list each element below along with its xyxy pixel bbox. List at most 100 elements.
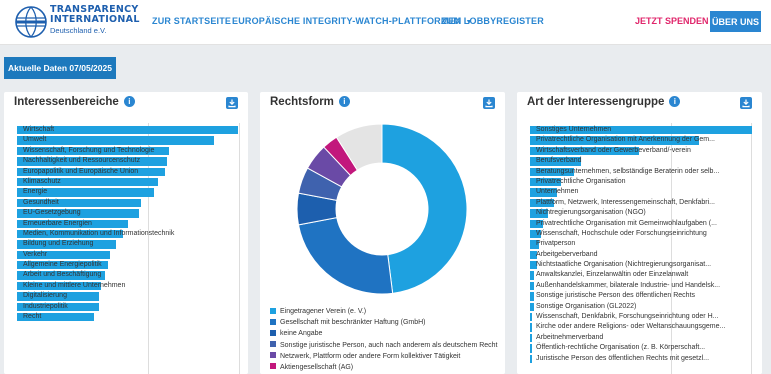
bar bbox=[530, 271, 535, 280]
bar-label: Allgemeine Energiepolitik bbox=[23, 261, 102, 269]
bar-label: Energie bbox=[23, 188, 48, 196]
bar-label: Plattform, Netzwerk, Interessengemeinsch… bbox=[536, 198, 715, 206]
bar-row[interactable]: Wirtschaft bbox=[17, 125, 238, 135]
bar-label: Europapolitik und Europäische Union bbox=[23, 167, 139, 175]
bar bbox=[530, 323, 533, 332]
bar-label: Beratungsunternehmen, selbständige Berat… bbox=[536, 167, 720, 175]
bar-row[interactable]: Unternehmen bbox=[530, 187, 752, 197]
bar-row[interactable]: Verkehr bbox=[17, 250, 238, 260]
bar-row[interactable]: Arbeitnehmerverband bbox=[530, 333, 752, 343]
bar-label: Nichtstaatliche Organisation (Nichtregie… bbox=[536, 261, 712, 269]
info-icon[interactable]: i bbox=[669, 96, 681, 107]
bar-label: Nichtregierungsorganisation (NGO) bbox=[536, 209, 646, 217]
bar-row[interactable]: Allgemeine Energiepolitik bbox=[17, 260, 238, 270]
legend-label: Netzwerk, Plattform oder andere Form kol… bbox=[280, 352, 461, 360]
bar-row[interactable]: Privatrechtliche Organisation bbox=[530, 177, 752, 187]
interessengruppe-card: Art der Interessengruppe i Sonstiges Unte… bbox=[517, 92, 762, 374]
legend-swatch bbox=[270, 307, 276, 314]
bar-row[interactable]: Privatperson bbox=[530, 239, 752, 249]
bar-row[interactable]: Sonstige Organisation (GL2022) bbox=[530, 302, 752, 312]
card-title-container: Art der Interessengruppe i bbox=[527, 96, 681, 108]
card-title-container: Rechtsform i bbox=[270, 96, 350, 108]
donate-link[interactable]: JETZT SPENDEN bbox=[635, 16, 709, 26]
info-icon[interactable]: i bbox=[338, 96, 350, 107]
bar bbox=[530, 302, 535, 312]
bar-row[interactable]: Wirtschaftsverband oder Gewerbeverband/-… bbox=[530, 146, 752, 156]
legend-item[interactable]: Aktiengesellschaft (AG) bbox=[270, 362, 498, 373]
bar-row[interactable]: Recht bbox=[17, 312, 238, 322]
info-icon[interactable]: i bbox=[123, 96, 135, 107]
nav-link-lobbyregister[interactable]: ZUM LOBBYREGISTER bbox=[441, 16, 544, 26]
bar-row[interactable]: Erneuerbare Energien bbox=[17, 219, 238, 229]
nav-link-startseite[interactable]: ZUR STARTSEITE bbox=[152, 16, 231, 26]
bar-row[interactable]: Wissenschaft, Denkfabrik, Forschungseinr… bbox=[530, 312, 752, 322]
bar-row[interactable]: Nichtregierungsorganisation (NGO) bbox=[530, 208, 752, 218]
bar-row[interactable]: Öffentlich-rechtliche Organisation (z. B… bbox=[530, 343, 752, 353]
donut-chart bbox=[296, 123, 468, 295]
legend-item[interactable]: Eingetragener Verein (e. V.) bbox=[270, 306, 498, 317]
bar-label: Sonstiges Unternehmen bbox=[536, 126, 612, 133]
bar-row[interactable]: Beratungsunternehmen, selbständige Berat… bbox=[530, 167, 752, 177]
donut-legend: Eingetragener Verein (e. V.) Gesellschaft… bbox=[270, 306, 498, 373]
bar-row[interactable]: Sonstige juristische Person des öffentli… bbox=[530, 291, 752, 301]
bar-row[interactable]: Nachhaltigkeit und Ressourcenschutz bbox=[17, 156, 238, 166]
bar-label: Kirche oder andere Religions- oder Welta… bbox=[536, 323, 726, 331]
bar-label: Unternehmen bbox=[536, 188, 579, 196]
bar-row[interactable]: Europapolitik und Europäische Union bbox=[17, 167, 238, 177]
bar-row[interactable]: Anwaltskanzlei, Einzelanwältin oder Einz… bbox=[530, 270, 752, 280]
bar-row[interactable]: Umwelt bbox=[17, 135, 238, 145]
bar-row[interactable]: Privatrechtliche Organisation mit Anerke… bbox=[530, 135, 752, 145]
download-icon[interactable] bbox=[483, 97, 495, 109]
bar-row[interactable]: Digitalisierung bbox=[17, 291, 238, 301]
bar-row[interactable]: Plattform, Netzwerk, Interessengemeinsch… bbox=[530, 198, 752, 208]
bar-row[interactable]: Privatrechtliche Organisation mit Gemein… bbox=[530, 219, 752, 229]
legend-swatch bbox=[270, 318, 276, 325]
legend-item[interactable]: Netzwerk, Plattform oder andere Form kol… bbox=[270, 351, 498, 362]
bar-label: Außenhandelskammer, bilaterale Industrie… bbox=[536, 281, 721, 289]
bar-row[interactable]: Arbeit und Beschäftigung bbox=[17, 270, 238, 280]
donut-slice[interactable] bbox=[381, 123, 468, 294]
bar-row[interactable]: Kirche oder andere Religions- oder Welta… bbox=[530, 322, 752, 332]
about-button[interactable]: ÜBER UNS bbox=[710, 11, 761, 32]
bar-row[interactable]: Juristische Person des öffentlichen Rech… bbox=[530, 354, 752, 364]
bar-label: Wissenschaft, Hochschule oder Forschungs… bbox=[536, 229, 707, 237]
legend-item[interactable]: Gesellschaft mit beschränkter Haftung (G… bbox=[270, 317, 498, 328]
legend-swatch bbox=[270, 352, 276, 359]
legend-item[interactable]: Sonstige juristische Person, auch nach a… bbox=[270, 340, 498, 351]
bar bbox=[530, 333, 533, 343]
bar-label: Nachhaltigkeit und Ressourcenschutz bbox=[23, 157, 141, 165]
legend-swatch bbox=[270, 341, 276, 348]
download-icon[interactable] bbox=[740, 97, 752, 109]
nav-platforms-dropdown[interactable]: EUROPÄISCHE INTEGRITY-WATCH-PLATTFORMEN ▼ bbox=[232, 16, 473, 26]
donut-slice[interactable] bbox=[297, 217, 394, 295]
transparency-logo-icon[interactable] bbox=[14, 5, 48, 39]
logo-wordmark[interactable]: TRANSPARENCY INTERNATIONAL Deutschland e… bbox=[50, 5, 140, 36]
bar-label: Klimaschutz bbox=[23, 177, 61, 185]
bar-row[interactable]: Sonstiges Unternehmen bbox=[530, 125, 752, 135]
bar-row[interactable]: Industriepolitik bbox=[17, 302, 238, 312]
bar-row[interactable]: Wissenschaft, Forschung und Technologie bbox=[17, 146, 238, 156]
bar-row[interactable]: Wissenschaft, Hochschule oder Forschungs… bbox=[530, 229, 752, 239]
bar-label: Erneuerbare Energien bbox=[23, 219, 92, 227]
date-badge: Aktuelle Daten 07/05/2025 bbox=[4, 57, 116, 79]
bar-label: Arbeit und Beschäftigung bbox=[23, 271, 102, 279]
bar bbox=[530, 344, 533, 353]
bar-row[interactable]: Medien, Kommunikation und Informationste… bbox=[17, 229, 238, 239]
legend-label: Aktiengesellschaft (AG) bbox=[280, 363, 354, 371]
logo-line-2: INTERNATIONAL bbox=[50, 14, 140, 25]
bar-row[interactable]: Arbeitgeberverband bbox=[530, 250, 752, 260]
legend-item[interactable]: keine Angabe bbox=[270, 328, 498, 339]
bar-row[interactable]: Nichtstaatliche Organisation (Nichtregie… bbox=[530, 260, 752, 270]
bar-row[interactable]: Klimaschutz bbox=[17, 177, 238, 187]
bar-row[interactable]: Energie bbox=[17, 187, 238, 197]
bar-row[interactable]: Bildung und Erziehung bbox=[17, 239, 238, 249]
legend-swatch bbox=[270, 363, 276, 370]
bar-row[interactable]: Außenhandelskammer, bilaterale Industrie… bbox=[530, 281, 752, 291]
bar-row[interactable]: EU-Gesetzgebung bbox=[17, 208, 238, 218]
bar-label: Privatperson bbox=[536, 240, 576, 248]
download-icon[interactable] bbox=[226, 97, 238, 109]
bar-row[interactable]: Gesundheit bbox=[17, 198, 238, 208]
card-header: Interessenbereiche i bbox=[4, 92, 248, 114]
bar-row[interactable]: Berufsverband bbox=[530, 156, 752, 166]
bar-row[interactable]: Kleine und mittlere Unternehmen bbox=[17, 281, 238, 291]
